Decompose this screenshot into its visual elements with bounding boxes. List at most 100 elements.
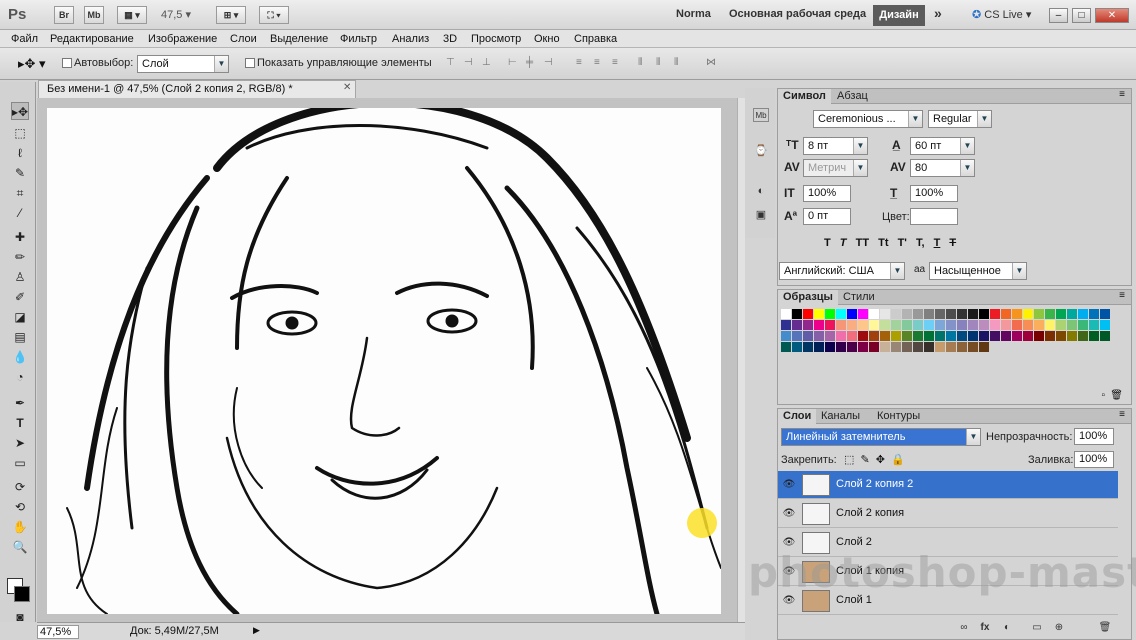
tab-channels[interactable]: Каналы <box>816 409 865 424</box>
swatch-color[interactable] <box>946 331 956 341</box>
adjustments-panel-icon[interactable]: ▣ <box>753 208 769 222</box>
swatch-color[interactable] <box>847 331 857 341</box>
swatch-color[interactable] <box>869 342 879 352</box>
swatch-color[interactable] <box>946 309 956 319</box>
swatch-color[interactable] <box>858 320 868 330</box>
swatch-color[interactable] <box>847 320 857 330</box>
align-hcenter-icon[interactable]: ╪ <box>526 57 540 69</box>
swatch-color[interactable] <box>913 320 923 330</box>
swatch-color[interactable] <box>781 309 791 319</box>
antialias-select[interactable]: Насыщенное ▼ <box>929 262 1027 280</box>
swatch-color[interactable] <box>968 309 978 319</box>
swatch-color[interactable] <box>1001 309 1011 319</box>
type-tool-icon[interactable]: T <box>11 414 29 432</box>
new-swatch-icon[interactable]: ▫ <box>1101 390 1105 401</box>
lock-position-icon[interactable]: ✥ <box>876 454 885 466</box>
swatch-color[interactable] <box>1034 331 1044 341</box>
distribute-hcenter-icon[interactable]: ⦀ <box>656 57 670 69</box>
swatch-color[interactable] <box>803 342 813 352</box>
menu-filter[interactable]: Фильтр <box>340 33 377 45</box>
maximize-button[interactable]: □ <box>1072 8 1091 23</box>
swatch-color[interactable] <box>792 320 802 330</box>
foreground-color-swatch[interactable] <box>14 586 30 602</box>
show-transform-controls-checkbox[interactable] <box>245 58 255 68</box>
launch-bridge-button[interactable]: Br <box>54 6 74 24</box>
font-size-select[interactable]: 8 пт ▼ <box>803 137 868 155</box>
swatch-color[interactable] <box>836 342 846 352</box>
swatch-color[interactable] <box>1089 320 1099 330</box>
swatch-color[interactable] <box>1001 320 1011 330</box>
minimize-button[interactable]: – <box>1049 8 1068 23</box>
panel-menu-icon[interactable]: ≡ <box>1119 409 1125 420</box>
swatch-color[interactable] <box>891 342 901 352</box>
marquee-tool-icon[interactable]: ⬚ <box>11 124 29 142</box>
swatch-color[interactable] <box>957 309 967 319</box>
workspace-essentials[interactable]: Norma <box>676 8 711 20</box>
swatch-color[interactable] <box>858 331 868 341</box>
swatch-color[interactable] <box>990 331 1000 341</box>
workspace-design-active[interactable]: Дизайн <box>873 5 925 26</box>
strikethrough-button[interactable]: T <box>949 237 956 249</box>
swatch-color[interactable] <box>935 342 945 352</box>
canvas-sketch-portrait[interactable] <box>47 108 721 614</box>
swatch-color[interactable] <box>891 320 901 330</box>
lock-transparency-icon[interactable]: ⬚ <box>844 454 854 466</box>
swatch-color[interactable] <box>803 309 813 319</box>
menu-analysis[interactable]: Анализ <box>392 33 429 45</box>
swatch-color[interactable] <box>869 309 879 319</box>
swatch-color[interactable] <box>858 309 868 319</box>
close-document-icon[interactable]: ✕ <box>343 82 351 93</box>
swatch-color[interactable] <box>979 309 989 319</box>
swatch-color[interactable] <box>847 342 857 352</box>
vertical-scale-input[interactable]: 100% <box>803 185 851 202</box>
tab-layers[interactable]: Слои <box>778 409 817 424</box>
swatch-color[interactable] <box>825 320 835 330</box>
swatch-color[interactable] <box>913 331 923 341</box>
menu-view[interactable]: Просмотр <box>471 33 521 45</box>
opacity-input[interactable]: 100% <box>1074 428 1114 445</box>
swatch-color[interactable] <box>902 309 912 319</box>
launch-minibridge-button[interactable]: Mb <box>84 6 104 24</box>
menu-layers[interactable]: Слои <box>230 33 257 45</box>
swatch-color[interactable] <box>869 320 879 330</box>
auto-align-icon[interactable]: ⋈ <box>706 57 720 69</box>
lasso-tool-icon[interactable]: ℓ <box>11 144 29 162</box>
swatch-color[interactable] <box>1001 331 1011 341</box>
swatch-color[interactable] <box>1056 309 1066 319</box>
swatch-color[interactable] <box>957 342 967 352</box>
distribute-vcenter-icon[interactable]: ≡ <box>594 57 608 69</box>
document-tab[interactable]: Без имени-1 @ 47,5% (Слой 2 копия 2, RGB… <box>38 80 356 98</box>
swatch-color[interactable] <box>957 320 967 330</box>
swatch-color[interactable] <box>935 331 945 341</box>
shape-tool-icon[interactable]: ▭ <box>11 454 29 472</box>
swatch-color[interactable] <box>1012 309 1022 319</box>
text-color-swatch[interactable] <box>910 208 958 225</box>
swatch-color[interactable] <box>924 331 934 341</box>
swatch-color[interactable] <box>880 309 890 319</box>
swatch-color[interactable] <box>1056 331 1066 341</box>
small-caps-button[interactable]: Tt <box>878 237 888 249</box>
swatch-color[interactable] <box>781 342 791 352</box>
swatch-color[interactable] <box>968 331 978 341</box>
distribute-top-icon[interactable]: ≡ <box>576 57 590 69</box>
swatch-color[interactable] <box>1078 331 1088 341</box>
subscript-button[interactable]: T, <box>916 237 925 249</box>
screen-mode-button[interactable]: ⛶ ▾ <box>259 6 289 24</box>
swatch-color[interactable] <box>946 342 956 352</box>
swatch-color[interactable] <box>1023 309 1033 319</box>
more-workspaces-button[interactable]: » <box>934 5 942 21</box>
swatch-color[interactable] <box>880 320 890 330</box>
blur-tool-icon[interactable]: 💧 <box>11 348 29 366</box>
swatch-color[interactable] <box>946 320 956 330</box>
swatch-color[interactable] <box>803 320 813 330</box>
swatch-color[interactable] <box>891 309 901 319</box>
tab-paragraph[interactable]: Абзац <box>832 89 873 104</box>
adjustment-layer-icon[interactable]: ▭ <box>1030 621 1044 635</box>
add-mask-icon[interactable]: ◐ <box>1000 621 1014 635</box>
swatch-color[interactable] <box>1067 320 1077 330</box>
swatch-color[interactable] <box>902 331 912 341</box>
all-caps-button[interactable]: TT <box>856 237 869 249</box>
swatch-color[interactable] <box>957 331 967 341</box>
panel-menu-icon[interactable]: ≡ <box>1119 290 1125 301</box>
align-bottom-icon[interactable]: ⊥ <box>482 57 496 69</box>
